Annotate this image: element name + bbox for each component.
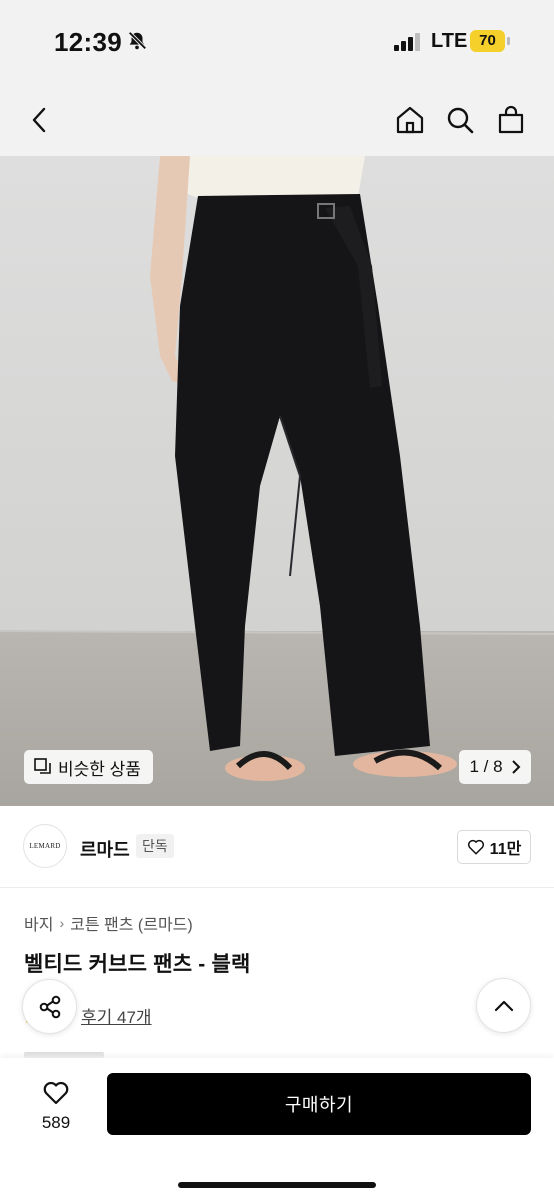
chevron-right-icon	[511, 760, 520, 774]
battery-level: 70	[479, 32, 496, 49]
heart-icon	[467, 839, 484, 855]
bell-slash-icon	[128, 31, 147, 50]
chevron-up-icon	[494, 1000, 513, 1011]
product-image-gallery[interactable]: 비슷한 상품 1 / 8	[0, 156, 554, 806]
wishlist-button[interactable]: 589	[24, 1074, 88, 1138]
product-title: 벨티드 커브드 팬츠 - 블랙	[24, 953, 251, 976]
heart-icon	[43, 1081, 69, 1105]
brand-logo[interactable]: LEMARD	[23, 824, 67, 868]
brand-row: LEMARD 르마드 단독 11만	[0, 806, 554, 888]
breadcrumb-item[interactable]: 바지	[24, 911, 53, 935]
status-time: 12:39	[54, 27, 122, 57]
nav-header	[0, 84, 554, 156]
bottom-action-bar: 589 구매하기	[0, 1058, 554, 1200]
signal-icon	[394, 33, 420, 51]
cart-button[interactable]	[491, 100, 531, 140]
back-button[interactable]	[20, 100, 60, 140]
shopping-bag-icon	[498, 105, 524, 134]
battery-indicator: 70	[470, 30, 510, 52]
exclusive-badge: 단독	[136, 834, 174, 858]
brand-name[interactable]: 르마드	[80, 836, 130, 862]
similar-products-label: 비슷한 상품	[58, 759, 141, 779]
home-icon	[396, 106, 424, 134]
share-button[interactable]	[22, 979, 77, 1034]
search-icon	[447, 107, 474, 134]
chevron-left-icon	[32, 107, 46, 133]
product-photo	[0, 156, 554, 806]
brand-like-button[interactable]: 11만	[457, 830, 531, 864]
share-icon	[39, 995, 60, 1018]
buy-button[interactable]: 구매하기	[107, 1073, 531, 1135]
breadcrumb-separator: ›	[59, 915, 65, 931]
similar-items-icon	[34, 758, 51, 774]
search-button[interactable]	[440, 100, 480, 140]
network-label: LTE	[431, 30, 468, 52]
breadcrumb-item[interactable]: 코튼 팬츠 (르마드)	[70, 911, 193, 935]
page-counter: 1 / 8	[469, 757, 503, 776]
home-indicator[interactable]	[178, 1182, 376, 1188]
review-link[interactable]: 후기 47개	[81, 1003, 152, 1028]
brand-like-count: 11만	[489, 841, 522, 858]
status-bar: 12:39 LTE 70	[0, 0, 554, 84]
image-page-indicator[interactable]: 1 / 8	[459, 750, 531, 784]
similar-products-button[interactable]: 비슷한 상품	[24, 750, 153, 784]
scroll-to-top-button[interactable]	[476, 978, 531, 1033]
home-button[interactable]	[390, 100, 430, 140]
battery-cap	[507, 37, 510, 45]
wishlist-count: 589	[41, 1113, 71, 1132]
breadcrumb: 바지 › 코튼 팬츠 (르마드)	[24, 911, 193, 935]
